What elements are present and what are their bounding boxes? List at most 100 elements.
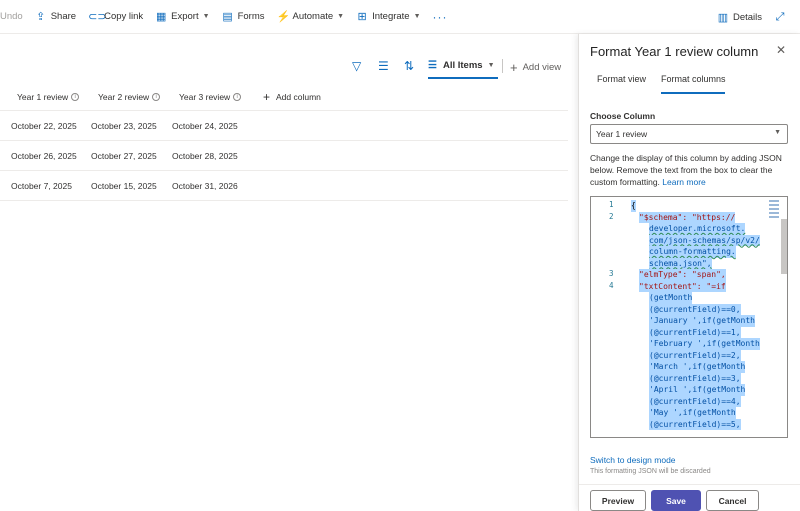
column-header-year2[interactable]: Year 2 review i bbox=[98, 91, 161, 102]
line-number: 1 bbox=[609, 200, 614, 209]
json-code-editor[interactable]: 1 2 3 4 { "$schema": "https:// developer… bbox=[590, 196, 788, 438]
format-description: Change the display of this column by add… bbox=[590, 152, 790, 188]
copy-link-label: Copy link bbox=[104, 11, 144, 22]
group-by-icon[interactable]: ☰ bbox=[378, 59, 389, 73]
current-view-label: All Items bbox=[442, 60, 483, 71]
column-header-year1[interactable]: Year 1 review i bbox=[17, 92, 80, 102]
copy-link-button[interactable]: ⊂⊃ Copy link bbox=[82, 0, 149, 34]
plus-icon: + bbox=[510, 60, 518, 75]
code-line: (getMonth bbox=[649, 292, 693, 304]
undo-label: Undo bbox=[0, 11, 23, 22]
table-cell: October 15, 2025 bbox=[91, 180, 157, 191]
table-cell: October 23, 2025 bbox=[91, 120, 157, 131]
table-cell: October 26, 2025 bbox=[11, 150, 77, 161]
list-grid: Year 1 review i Year 2 review i Year 3 rev… bbox=[0, 83, 568, 201]
command-bar-right: ▥ Details ⤢ bbox=[711, 0, 800, 34]
table-cell: October 28, 2025 bbox=[172, 150, 238, 161]
grid-header: Year 1 review i Year 2 review i Year 3 rev… bbox=[0, 83, 568, 111]
code-line: 'January ',if(getMonth bbox=[649, 315, 755, 327]
chevron-down-icon: ▼ bbox=[413, 13, 421, 20]
choose-column-label: Choose Column bbox=[590, 111, 656, 121]
more-button[interactable]: ··· bbox=[427, 0, 454, 34]
switch-to-design-mode-link[interactable]: Switch to design mode bbox=[590, 455, 676, 465]
code-line: 'April ',if(getMonth bbox=[649, 384, 746, 396]
info-icon[interactable]: i bbox=[71, 92, 80, 101]
view-toolbar: ▽ ☰ ⇅ ☰ All Items ▼ + Add view bbox=[0, 52, 575, 80]
table-cell: October 31, 2026 bbox=[172, 180, 238, 191]
editor-minimap[interactable] bbox=[769, 200, 779, 230]
preview-button[interactable]: Preview bbox=[590, 490, 646, 511]
code-line: column-formatting. bbox=[649, 246, 736, 258]
close-icon[interactable]: ✕ bbox=[776, 43, 786, 57]
automate-icon: ⚡ bbox=[276, 11, 291, 23]
code-line: (@currentField)==5, bbox=[649, 418, 741, 430]
integrate-label: Integrate bbox=[372, 11, 410, 22]
integrate-button[interactable]: ⊞ Integrate ▼ bbox=[350, 0, 426, 34]
discard-warning: This formatting JSON will be discarded bbox=[590, 468, 711, 475]
pane-title: Format Year 1 review column bbox=[590, 44, 759, 59]
format-column-pane: Format Year 1 review column ✕ Format vie… bbox=[578, 34, 800, 511]
cancel-button[interactable]: Cancel bbox=[706, 490, 759, 511]
forms-label: Forms bbox=[237, 11, 265, 22]
code-line: "txtContent": "=if bbox=[639, 280, 726, 292]
tab-format-view[interactable]: Format view bbox=[597, 74, 646, 84]
list-view-icon: ☰ bbox=[428, 60, 437, 71]
share-button[interactable]: ⇪ Share bbox=[29, 0, 82, 34]
editor-gutter: 1 2 3 4 bbox=[591, 197, 623, 437]
details-button[interactable]: ▥ Details bbox=[711, 0, 768, 34]
code-line: "elmType": "span", bbox=[639, 269, 726, 281]
plus-icon: + bbox=[263, 89, 271, 104]
code-line: (@currentField)==1, bbox=[649, 326, 741, 338]
code-line: 'March ',if(getMonth bbox=[649, 361, 746, 373]
choose-column-dropdown[interactable]: Year 1 review ▼ bbox=[590, 124, 788, 144]
code-line: 'February ',if(getMonth bbox=[649, 338, 760, 350]
integrate-icon: ⊞ bbox=[357, 11, 367, 23]
line-number: 2 bbox=[609, 211, 614, 221]
table-row[interactable]: October 7, 2025 October 15, 2025 October… bbox=[0, 171, 568, 201]
info-icon[interactable]: i bbox=[233, 92, 242, 101]
code-line: (@currentField)==0, bbox=[649, 303, 741, 315]
info-icon[interactable]: i bbox=[152, 92, 161, 101]
table-cell: October 7, 2025 bbox=[11, 180, 72, 191]
chevron-down-icon: ▼ bbox=[202, 13, 210, 20]
add-view-button[interactable]: + Add view bbox=[510, 60, 561, 75]
divider bbox=[502, 59, 503, 73]
choose-column-value: Year 1 review bbox=[596, 129, 648, 139]
learn-more-link[interactable]: Learn more bbox=[662, 177, 705, 187]
share-icon: ⇪ bbox=[36, 11, 46, 23]
tab-format-columns[interactable]: Format columns bbox=[661, 74, 726, 84]
table-row[interactable]: October 26, 2025 October 27, 2025 Octobe… bbox=[0, 141, 568, 171]
column-header-label: Year 2 review bbox=[98, 91, 150, 102]
table-row[interactable]: October 22, 2025 October 23, 2025 Octobe… bbox=[0, 111, 568, 141]
add-column-button[interactable]: + Add column bbox=[263, 90, 321, 104]
code-line: (@currentField)==2, bbox=[649, 349, 741, 361]
line-number: 4 bbox=[609, 280, 614, 290]
divider bbox=[579, 484, 800, 485]
chevron-down-icon: ▼ bbox=[774, 129, 781, 136]
editor-scrollbar[interactable] bbox=[781, 219, 787, 274]
undo-button[interactable]: Undo bbox=[0, 0, 29, 34]
export-icon: ▦ bbox=[155, 11, 167, 23]
add-view-label: Add view bbox=[522, 62, 562, 73]
export-label: Export bbox=[171, 11, 199, 22]
automate-button[interactable]: ⚡ Automate ▼ bbox=[270, 0, 350, 34]
code-line: { bbox=[631, 200, 636, 212]
forms-icon: ▤ bbox=[222, 11, 233, 23]
code-line: (@currentField)==4, bbox=[649, 395, 741, 407]
sort-icon[interactable]: ⇅ bbox=[404, 59, 414, 73]
export-button[interactable]: ▦ Export ▼ bbox=[149, 0, 215, 34]
view-selector[interactable]: ☰ All Items ▼ bbox=[428, 54, 498, 79]
forms-button[interactable]: ▤ Forms bbox=[216, 0, 271, 34]
code-line: developer.microsoft. bbox=[649, 223, 746, 235]
code-line: "$schema": "https:// bbox=[639, 211, 736, 223]
add-column-label: Add column bbox=[276, 91, 321, 102]
line-number: 3 bbox=[609, 269, 614, 278]
save-button[interactable]: Save bbox=[651, 490, 701, 511]
details-pane-icon: ▥ bbox=[717, 11, 729, 24]
column-header-year3[interactable]: Year 3 review i bbox=[179, 92, 242, 102]
table-cell: October 27, 2025 bbox=[91, 150, 157, 161]
expand-button[interactable]: ⤢ bbox=[768, 0, 800, 34]
filter-icon[interactable]: ▽ bbox=[352, 59, 361, 73]
share-label: Share bbox=[50, 11, 77, 22]
code-line: schema.json", bbox=[649, 257, 712, 269]
